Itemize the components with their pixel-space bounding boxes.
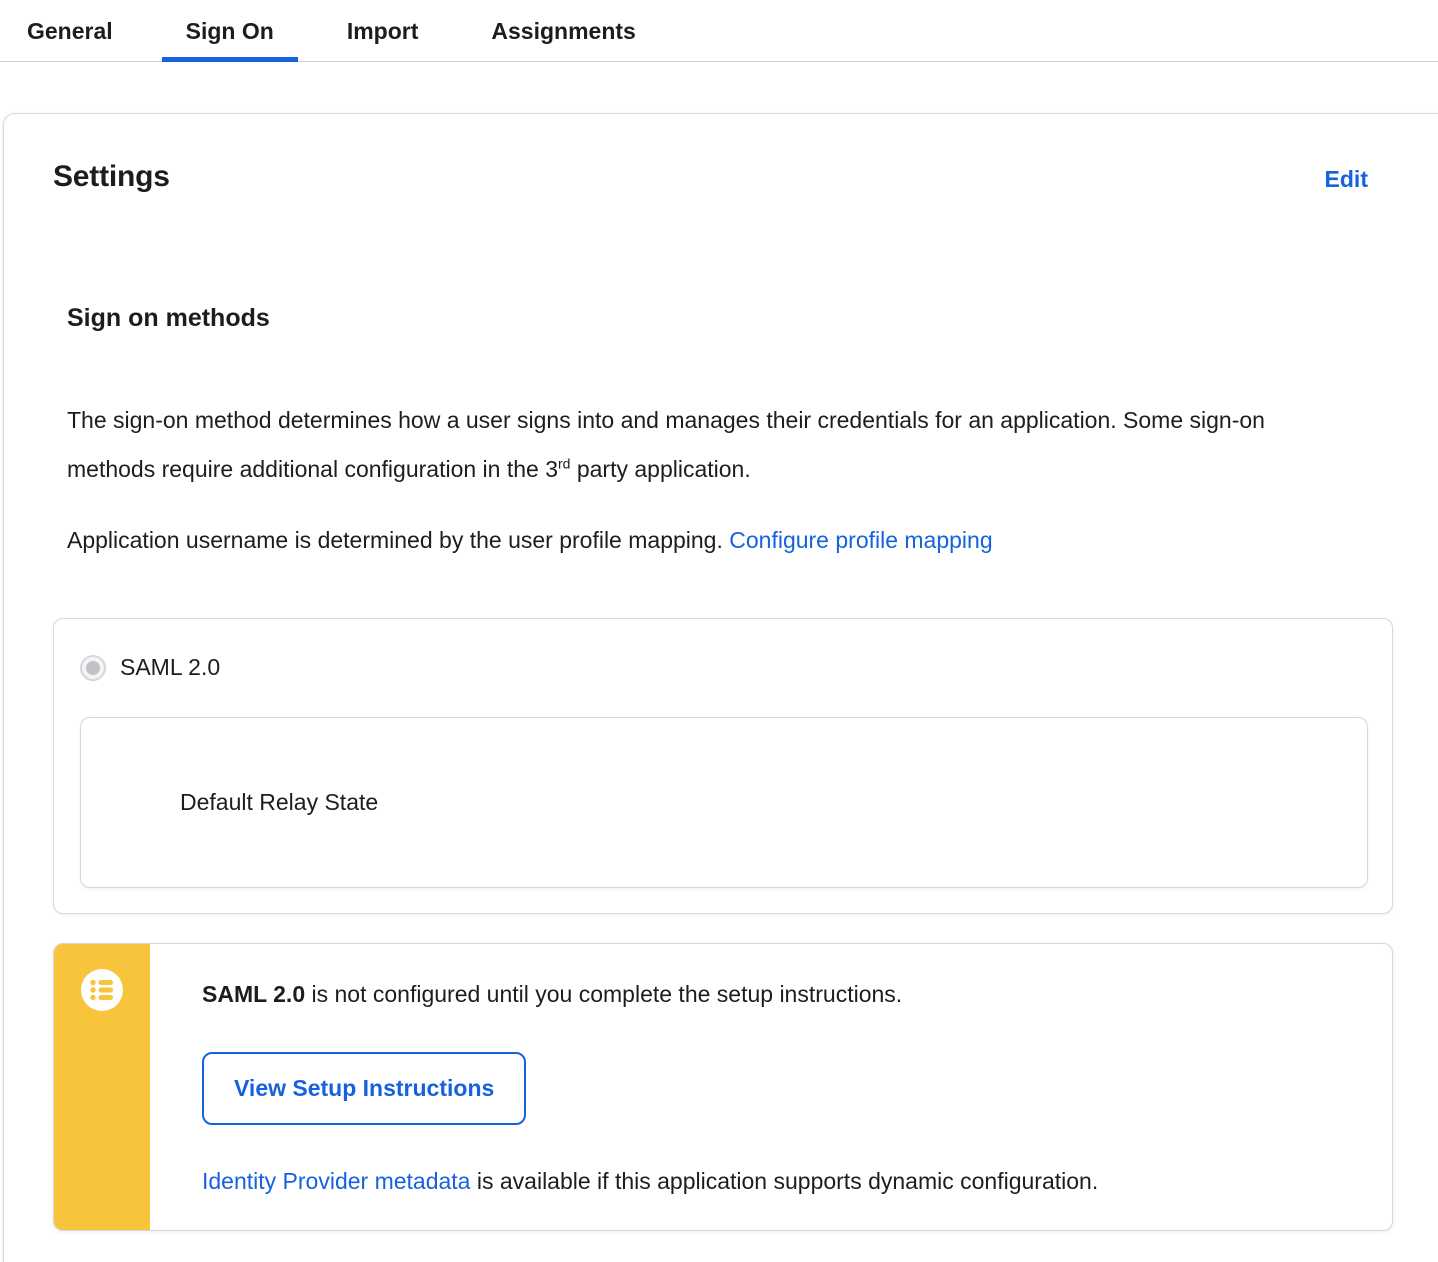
configure-profile-mapping-link[interactable]: Configure profile mapping <box>729 527 992 553</box>
settings-card-header: Settings Edit <box>53 160 1393 194</box>
saml-setup-callout: SAML 2.0 is not configured until you com… <box>53 943 1393 1231</box>
tab-assignments[interactable]: Assignments <box>467 0 659 61</box>
sign-on-methods-heading: Sign on methods <box>67 304 270 332</box>
metadata-line-rest: is available if this application support… <box>470 1168 1099 1194</box>
sign-on-description: The sign-on method determines how a user… <box>67 396 1302 494</box>
tab-bar: General Sign On Import Assignments <box>0 0 1438 62</box>
callout-message-rest: is not configured until you complete the… <box>305 981 903 1007</box>
tab-import[interactable]: Import <box>323 0 443 61</box>
tab-general[interactable]: General <box>3 0 137 61</box>
saml-method-box: SAML 2.0 Default Relay State <box>53 618 1393 914</box>
list-icon <box>80 968 124 1012</box>
callout-message-bold: SAML 2.0 <box>202 981 306 1007</box>
identity-provider-metadata-link[interactable]: Identity Provider metadata <box>202 1168 470 1194</box>
metadata-line: Identity Provider metadata is available … <box>202 1167 1352 1195</box>
username-mapping-text: Application username is determined by th… <box>67 527 730 553</box>
settings-card: Settings Edit Sign on methods The sign-o… <box>3 113 1438 1262</box>
default-relay-state-label: Default Relay State <box>180 789 379 815</box>
saml-radio[interactable] <box>80 654 106 681</box>
default-relay-state-box: Default Relay State <box>80 717 1368 888</box>
sign-on-description-tail: party application. <box>570 456 751 482</box>
ordinal-superscript: rd <box>558 455 571 472</box>
tab-sign-on[interactable]: Sign On <box>161 0 299 62</box>
view-setup-instructions-button[interactable]: View Setup Instructions <box>202 1052 527 1125</box>
settings-title: Settings <box>53 160 170 193</box>
username-mapping-line: Application username is determined by th… <box>67 516 1302 565</box>
edit-button[interactable]: Edit <box>1325 166 1368 193</box>
callout-message: SAML 2.0 is not configured until you com… <box>202 980 1352 1008</box>
saml-radio-row: SAML 2.0 <box>80 654 1366 681</box>
saml-radio-label: SAML 2.0 <box>120 654 221 680</box>
